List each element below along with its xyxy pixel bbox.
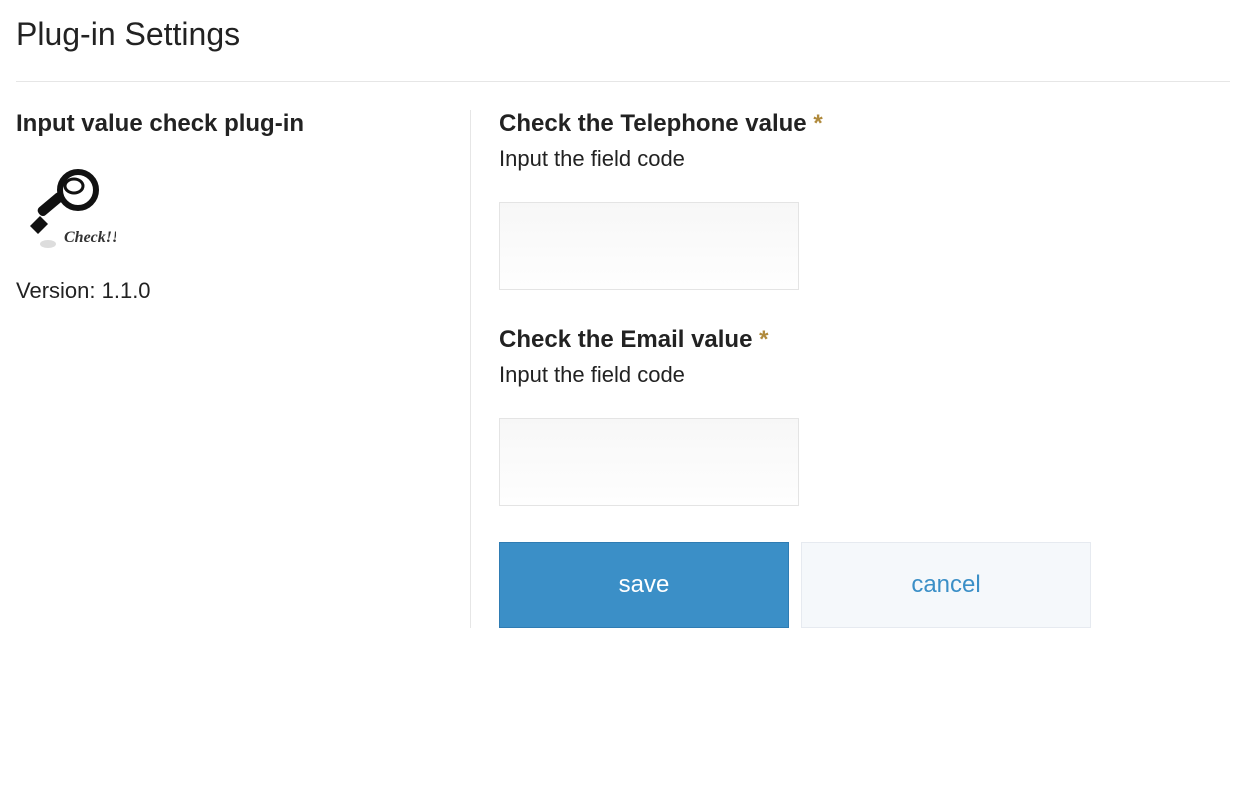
plugin-info-panel: Input value check plug-in Check!! Versio… (16, 110, 471, 628)
telephone-hint: Input the field code (499, 146, 1230, 172)
telephone-label-text: Check the Telephone value (499, 110, 813, 137)
save-button[interactable]: save (499, 542, 789, 628)
telephone-field-group: Check the Telephone value * Input the fi… (499, 110, 1230, 290)
page-title: Plug-in Settings (16, 16, 1230, 53)
telephone-required-mark: * (813, 110, 822, 137)
plugin-version: Version: 1.1.0 (16, 278, 446, 304)
telephone-input[interactable] (499, 202, 799, 290)
header-divider (16, 81, 1230, 82)
email-hint: Input the field code (499, 362, 1230, 388)
email-input[interactable] (499, 418, 799, 506)
svg-text:Check!!: Check!! (64, 229, 116, 246)
settings-form: Check the Telephone value * Input the fi… (471, 110, 1230, 628)
content-area: Input value check plug-in Check!! Versio… (16, 110, 1230, 628)
button-row: save cancel (499, 542, 1230, 628)
email-field-group: Check the Email value * Input the field … (499, 326, 1230, 506)
plugin-name: Input value check plug-in (16, 110, 446, 138)
magnifier-check-icon: Check!! (16, 162, 116, 262)
email-label: Check the Email value * (499, 326, 1230, 354)
email-required-mark: * (759, 326, 768, 353)
cancel-button[interactable]: cancel (801, 542, 1091, 628)
email-label-text: Check the Email value (499, 326, 759, 353)
telephone-label: Check the Telephone value * (499, 110, 1230, 138)
